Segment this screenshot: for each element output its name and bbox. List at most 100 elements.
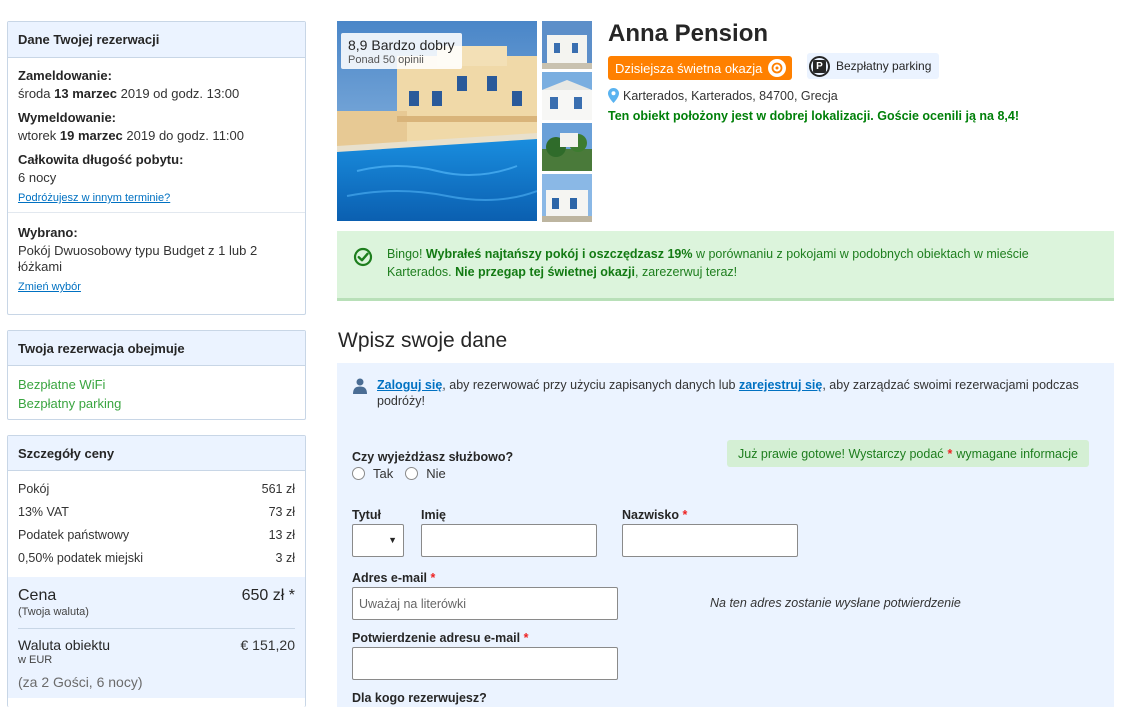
currency-note: w EUR xyxy=(18,654,53,666)
parking-icon: P xyxy=(809,55,830,77)
stay-length-label: Całkowita długość pobytu: xyxy=(18,152,184,167)
login-text: , aby rezerwować przy użyciu zapisanych … xyxy=(442,378,739,392)
radio-button[interactable] xyxy=(352,467,365,480)
checkin-value: środa 13 marzec 2019 od godz. 13:00 xyxy=(18,86,295,102)
price-row-label: Podatek państwowy xyxy=(18,527,130,542)
thumbnail-image xyxy=(542,21,592,69)
price-row-label: 0,50% podatek miejski xyxy=(18,550,144,565)
hotel-address[interactable]: Karterados, Karterados, 84700, Grecja xyxy=(608,88,838,103)
total-line: Cena 650 zł * xyxy=(18,587,295,605)
required-star: * xyxy=(947,446,953,461)
email-input[interactable] xyxy=(352,587,618,620)
checkin-date: 13 marzec xyxy=(54,86,118,101)
change-selection-link[interactable]: Zmień wybór xyxy=(18,281,81,293)
selected-room-section: Wybrano: Pokój Dwuosobowy typu Budget z … xyxy=(8,213,305,301)
include-item-parking: Bezpłatny parking xyxy=(18,396,122,411)
email-hint: Na ten adres zostanie wysłane potwierdze… xyxy=(710,596,961,610)
radio-yes[interactable]: Tak xyxy=(352,466,393,481)
deal-tag-icon xyxy=(768,59,787,77)
guests-note: (za 2 Gości, 6 nocy) xyxy=(18,674,143,690)
stay-length-value: 6 nocy xyxy=(18,170,57,185)
address-text: Karterados, Karterados, 84700, Grecja xyxy=(623,88,838,103)
register-link[interactable]: zarejestruj się xyxy=(739,378,822,392)
review-score: 8,9 Bardzo dobry xyxy=(348,37,455,53)
alert-cta: Nie przegap tej świetnej okazji xyxy=(455,265,636,279)
price-row-value: 13 zł xyxy=(268,527,295,542)
location-rating-message: Ten obiekt położony jest w dobrej lokali… xyxy=(608,109,1019,123)
email-label-wrap: Adres e-mail * xyxy=(352,571,435,585)
review-score-tag[interactable]: 8,9 Bardzo dobry Ponad 50 opinii xyxy=(341,33,462,69)
lastname-label-wrap: Nazwisko * xyxy=(622,508,687,522)
email-confirm-input[interactable] xyxy=(352,647,618,680)
login-prompt: Zaloguj się, aby rezerwować przy użyciu … xyxy=(337,363,1114,421)
firstname-input[interactable] xyxy=(421,524,597,557)
total-note: (Twoja waluta) xyxy=(18,606,89,618)
checkin-label: Zameldowanie: xyxy=(18,68,112,83)
includes-header: Twoja rezerwacja obejmuje xyxy=(8,331,305,366)
checkout-value: wtorek 19 marzec 2019 do godz. 11:00 xyxy=(18,128,295,144)
booking-dates-section: Zameldowanie: środa 13 marzec 2019 od go… xyxy=(8,58,305,213)
selected-label: Wybrano: xyxy=(18,225,78,240)
checkin-day: środa xyxy=(18,86,55,101)
thumbnail-image xyxy=(542,72,592,120)
parking-badge-label: Bezpłatny parking xyxy=(836,59,932,73)
include-item-wifi: Bezpłatne WiFi xyxy=(18,377,106,392)
currency-line: Waluta obiektu € 151,20 xyxy=(18,637,295,653)
map-pin-icon xyxy=(608,88,619,103)
user-icon xyxy=(353,378,367,394)
chevron-down-icon: ▼ xyxy=(388,535,397,545)
radio-yes-label: Tak xyxy=(373,466,394,481)
business-trip-radios: Tak Nie xyxy=(352,466,458,481)
email-confirm-label-wrap: Potwierdzenie adresu e-mail * xyxy=(352,631,528,645)
checkout-date: 19 marzec xyxy=(59,128,123,143)
price-row-value: 561 zł xyxy=(261,481,295,496)
login-link[interactable]: Zaloguj się xyxy=(377,378,442,392)
firstname-label: Imię xyxy=(421,508,447,522)
parking-badge: P Bezpłatny parking xyxy=(807,53,940,79)
thumbnail-image xyxy=(542,174,592,222)
total-label: Cena xyxy=(18,587,57,604)
radio-button[interactable] xyxy=(405,467,419,480)
lastname-input[interactable] xyxy=(622,524,798,557)
booking-for-label: Dla kogo rezerwujesz? xyxy=(352,691,487,705)
price-row-label: Pokój xyxy=(18,481,50,496)
title-select[interactable]: ▼ xyxy=(352,524,404,557)
required-star: * xyxy=(523,631,529,645)
checkin-time: 2019 od godz. 13:00 xyxy=(117,86,240,101)
price-row: Podatek państwowy 13 zł xyxy=(18,523,295,546)
price-row-label: 13% VAT xyxy=(18,504,69,519)
radio-no-label: Nie xyxy=(426,466,446,481)
includes-list: Bezpłatne WiFi Bezpłatny parking xyxy=(8,366,305,422)
checkout-day: wtorek xyxy=(18,128,60,143)
alert-text: Bingo! xyxy=(387,247,426,261)
hotel-name: Anna Pension xyxy=(608,20,769,47)
price-rows: Pokój 561 zł 13% VAT 73 zł Podatek państwo… xyxy=(8,471,305,577)
review-count: Ponad 50 opinii xyxy=(348,54,424,66)
checkout-label: Wymeldowanie: xyxy=(18,110,117,125)
price-row: 0,50% podatek miejski 3 zł xyxy=(18,546,295,569)
photo-thumbnail[interactable] xyxy=(542,21,592,69)
currency-value: € 151,20 xyxy=(240,637,296,653)
lastname-label: Nazwisko xyxy=(622,508,679,522)
almost-ready-pill: Już prawie gotowe! Wystarczy podać * wym… xyxy=(727,440,1089,467)
form-title: Wpisz swoje dane xyxy=(338,329,508,352)
photo-thumbnail[interactable] xyxy=(542,72,592,120)
photo-thumbnail[interactable] xyxy=(542,174,592,222)
radio-no[interactable]: Nie xyxy=(405,466,446,481)
ready-text: Już prawie gotowe! Wystarczy podać xyxy=(738,446,944,461)
hotel-main-photo[interactable]: 8,9 Bardzo dobry Ponad 50 opinii xyxy=(337,21,537,221)
selected-room-value: Pokój Dwuosobowy typu Budget z 1 lub 2 ł… xyxy=(18,243,258,274)
booking-details-card: Dane Twojej rezerwacji Zameldowanie: śro… xyxy=(7,21,306,315)
required-star: * xyxy=(682,508,688,522)
currency-label: Waluta obiektu xyxy=(18,637,111,653)
photo-thumbnails xyxy=(542,21,592,225)
price-header: Szczegóły ceny xyxy=(8,436,305,471)
price-card: Szczegóły ceny Pokój 561 zł 13% VAT 73 zł … xyxy=(7,435,306,707)
total-value: 650 zł * xyxy=(241,587,295,604)
check-circle-icon xyxy=(353,247,373,267)
checkout-time: 2019 do godz. 11:00 xyxy=(122,128,244,143)
other-dates-link[interactable]: Podróżujesz w innym terminie? xyxy=(18,192,170,204)
alert-savings: Wybrałeś najtańszy pokój i oszczędzasz 1… xyxy=(425,247,693,261)
price-row: 13% VAT 73 zł xyxy=(18,500,295,523)
photo-thumbnail[interactable] xyxy=(542,123,592,171)
